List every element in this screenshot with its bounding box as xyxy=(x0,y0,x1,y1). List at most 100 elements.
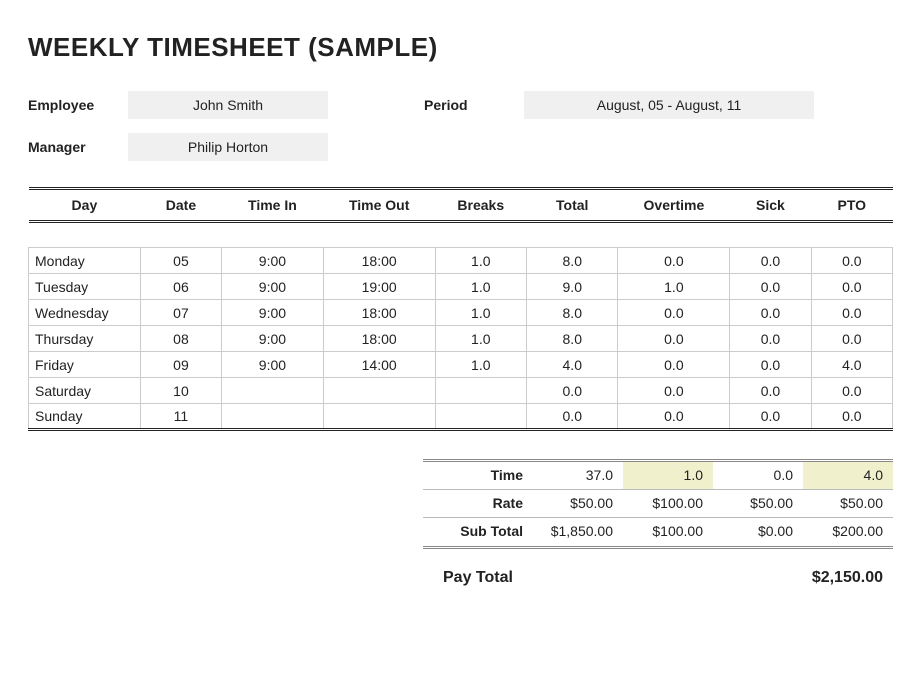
cell-date[interactable]: 06 xyxy=(140,274,221,300)
manager-field[interactable]: Philip Horton xyxy=(128,133,328,161)
cell-sick[interactable]: 0.0 xyxy=(730,352,811,378)
period-field[interactable]: August, 05 - August, 11 xyxy=(524,91,814,119)
summary-time-total: 37.0 xyxy=(533,462,623,490)
cell-pto[interactable]: 0.0 xyxy=(811,326,892,352)
cell-overtime: 0.0 xyxy=(618,404,730,430)
cell-overtime: 0.0 xyxy=(618,248,730,274)
cell-time-in[interactable] xyxy=(222,404,324,430)
cell-time-in[interactable]: 9:00 xyxy=(222,326,324,352)
pay-total-label: Pay Total xyxy=(443,569,513,587)
cell-overtime: 0.0 xyxy=(618,352,730,378)
pay-total-row: Pay Total $2,150.00 xyxy=(423,569,893,587)
cell-total: 0.0 xyxy=(527,378,618,404)
cell-day: Wednesday xyxy=(29,300,141,326)
cell-time-out[interactable]: 19:00 xyxy=(323,274,435,300)
page-title: WEEKLY TIMESHEET (SAMPLE) xyxy=(28,32,893,63)
summary-rate-sick: $50.00 xyxy=(713,490,803,518)
cell-date[interactable]: 05 xyxy=(140,248,221,274)
cell-time-out[interactable]: 18:00 xyxy=(323,326,435,352)
cell-time-in[interactable]: 9:00 xyxy=(222,352,324,378)
cell-pto[interactable]: 0.0 xyxy=(811,300,892,326)
header-pto: PTO xyxy=(811,189,892,222)
header-date: Date xyxy=(140,189,221,222)
cell-time-out[interactable] xyxy=(323,404,435,430)
employee-field[interactable]: John Smith xyxy=(128,91,328,119)
summary-panel: Time 37.0 1.0 0.0 4.0 Rate $50.00 $100.0… xyxy=(423,459,893,549)
header-breaks: Breaks xyxy=(435,189,526,222)
summary-rate-pto: $50.00 xyxy=(803,490,893,518)
summary-subtotal-label: Sub Total xyxy=(423,518,533,546)
cell-day: Monday xyxy=(29,248,141,274)
cell-breaks[interactable]: 1.0 xyxy=(435,300,526,326)
cell-total: 9.0 xyxy=(527,274,618,300)
table-row: Monday 05 9:00 18:00 1.0 8.0 0.0 0.0 0.0 xyxy=(29,248,893,274)
cell-total: 8.0 xyxy=(527,300,618,326)
period-label: Period xyxy=(424,97,516,113)
summary-time-sick: 0.0 xyxy=(713,462,803,490)
cell-time-in[interactable] xyxy=(222,378,324,404)
cell-overtime: 0.0 xyxy=(618,326,730,352)
cell-sick[interactable]: 0.0 xyxy=(730,274,811,300)
table-row: Saturday 10 0.0 0.0 0.0 0.0 xyxy=(29,378,893,404)
table-row: Thursday 08 9:00 18:00 1.0 8.0 0.0 0.0 0… xyxy=(29,326,893,352)
cell-day: Saturday xyxy=(29,378,141,404)
summary-sub-pto: $200.00 xyxy=(803,518,893,546)
cell-total: 8.0 xyxy=(527,248,618,274)
cell-sick[interactable]: 0.0 xyxy=(730,404,811,430)
employee-row: Employee John Smith Period August, 05 - … xyxy=(28,91,893,119)
cell-date[interactable]: 09 xyxy=(140,352,221,378)
summary-rate-label: Rate xyxy=(423,490,533,518)
header-overtime: Overtime xyxy=(618,189,730,222)
table-row: Wednesday 07 9:00 18:00 1.0 8.0 0.0 0.0 … xyxy=(29,300,893,326)
cell-pto[interactable]: 0.0 xyxy=(811,248,892,274)
cell-pto[interactable]: 0.0 xyxy=(811,274,892,300)
summary-subtotal-row: Sub Total $1,850.00 $100.00 $0.00 $200.0… xyxy=(423,518,893,546)
cell-date[interactable]: 11 xyxy=(140,404,221,430)
cell-time-in[interactable]: 9:00 xyxy=(222,274,324,300)
cell-sick[interactable]: 0.0 xyxy=(730,300,811,326)
cell-sick[interactable]: 0.0 xyxy=(730,248,811,274)
cell-time-out[interactable]: 14:00 xyxy=(323,352,435,378)
cell-breaks[interactable]: 1.0 xyxy=(435,274,526,300)
cell-time-in[interactable]: 9:00 xyxy=(222,300,324,326)
cell-sick[interactable]: 0.0 xyxy=(730,378,811,404)
employee-label: Employee xyxy=(28,97,120,113)
cell-overtime: 0.0 xyxy=(618,378,730,404)
cell-date[interactable]: 07 xyxy=(140,300,221,326)
header-day: Day xyxy=(29,189,141,222)
summary-sub-sick: $0.00 xyxy=(713,518,803,546)
cell-overtime: 0.0 xyxy=(618,300,730,326)
summary-rate-total: $50.00 xyxy=(533,490,623,518)
cell-sick[interactable]: 0.0 xyxy=(730,326,811,352)
cell-time-out[interactable] xyxy=(323,378,435,404)
cell-time-in[interactable]: 9:00 xyxy=(222,248,324,274)
timesheet-table: Day Date Time In Time Out Breaks Total O… xyxy=(28,187,893,431)
cell-breaks[interactable]: 1.0 xyxy=(435,352,526,378)
cell-time-out[interactable]: 18:00 xyxy=(323,300,435,326)
cell-date[interactable]: 08 xyxy=(140,326,221,352)
summary-rate-ot: $100.00 xyxy=(623,490,713,518)
table-row: Sunday 11 0.0 0.0 0.0 0.0 xyxy=(29,404,893,430)
table-row: Tuesday 06 9:00 19:00 1.0 9.0 1.0 0.0 0.… xyxy=(29,274,893,300)
summary-time-label: Time xyxy=(423,462,533,490)
cell-total: 4.0 xyxy=(527,352,618,378)
summary-sub-total: $1,850.00 xyxy=(533,518,623,546)
header-time-out: Time Out xyxy=(323,189,435,222)
cell-pto[interactable]: 4.0 xyxy=(811,352,892,378)
cell-breaks[interactable] xyxy=(435,404,526,430)
cell-breaks[interactable]: 1.0 xyxy=(435,248,526,274)
manager-label: Manager xyxy=(28,139,120,155)
header-row: Day Date Time In Time Out Breaks Total O… xyxy=(29,189,893,222)
cell-pto[interactable]: 0.0 xyxy=(811,378,892,404)
cell-overtime: 1.0 xyxy=(618,274,730,300)
cell-day: Sunday xyxy=(29,404,141,430)
cell-date[interactable]: 10 xyxy=(140,378,221,404)
cell-pto[interactable]: 0.0 xyxy=(811,404,892,430)
cell-breaks[interactable] xyxy=(435,378,526,404)
cell-time-out[interactable]: 18:00 xyxy=(323,248,435,274)
cell-day: Friday xyxy=(29,352,141,378)
cell-breaks[interactable]: 1.0 xyxy=(435,326,526,352)
summary-time-ot: 1.0 xyxy=(623,462,713,490)
cell-total: 0.0 xyxy=(527,404,618,430)
pay-total-value: $2,150.00 xyxy=(812,569,883,587)
